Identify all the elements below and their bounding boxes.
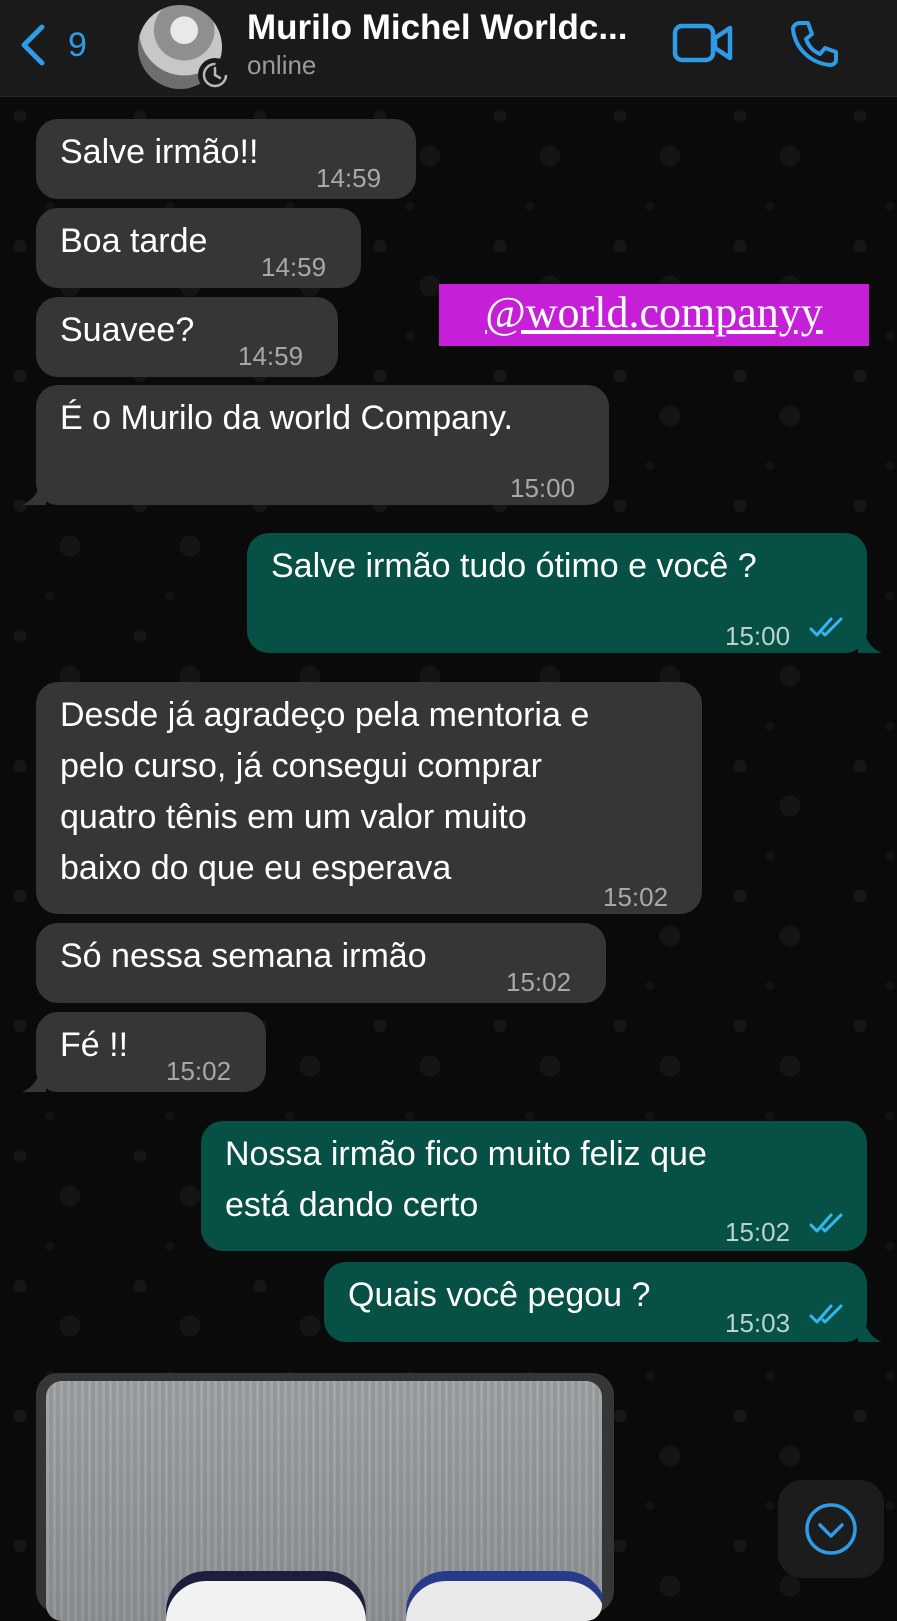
message-text: Só nessa semana irmão [60,937,427,975]
message-time: 15:02 [166,1056,232,1086]
message-incoming[interactable]: Boa tarde 14:59 [36,208,361,288]
message-outgoing[interactable]: Salve irmão tudo ótimo e você ? 15:00 [247,533,867,653]
message-text: Suavee? [60,311,195,349]
sneaker-left [166,1571,366,1621]
contact-name[interactable]: Murilo Michel Worldc... [247,8,628,48]
message-time: 14:59 [261,252,327,282]
video-camera-icon[interactable] [672,18,734,68]
message-incoming[interactable]: É o Murilo da world Company. 15:00 [36,385,609,505]
bubble-tail [858,631,882,653]
double-check-icon [809,1304,843,1324]
chevron-left-icon [21,24,45,66]
message-text: Salve irmão tudo ótimo e você ? [271,547,757,585]
message-text: Desde já agradeço pela mentoria e pelo c… [60,696,590,887]
bubble-tail [22,1070,46,1092]
message-time: 15:02 [603,882,669,912]
message-incoming-photo[interactable] [36,1373,614,1621]
double-check-icon [809,617,843,637]
message-outgoing[interactable]: Nossa irmão fico muito feliz que está da… [201,1121,867,1251]
chat-header: 9 Murilo Michel Worldc... online [0,0,897,97]
message-time: 15:02 [506,967,572,997]
message-text: Fé !! [60,1026,129,1064]
message-text: Quais você pegou ? [348,1276,651,1314]
message-incoming[interactable]: Só nessa semana irmão 15:02 [36,923,606,1003]
message-time: 15:02 [725,1217,791,1247]
message-text: Boa tarde [60,222,208,260]
message-time: 15:00 [725,621,791,651]
message-time: 14:59 [316,163,382,193]
double-check-icon [809,1213,843,1233]
message-incoming[interactable]: Fé !! 15:02 [36,1012,266,1092]
message-outgoing[interactable]: Quais você pegou ? 15:03 [324,1262,867,1342]
message-text: É o Murilo da world Company. [60,399,513,437]
message-text: Salve irmão!! [60,133,259,171]
message-incoming[interactable]: Suavee? 14:59 [36,297,338,377]
phone-icon[interactable] [790,18,840,68]
unread-count: 9 [68,25,87,64]
contact-status: online [247,50,317,80]
message-time: 14:59 [238,341,304,371]
shared-photo[interactable] [46,1381,602,1621]
overlay-handle-tag: @world.companyy [439,284,869,346]
message-time: 15:03 [725,1308,791,1338]
message-incoming[interactable]: Desde já agradeço pela mentoria e pelo c… [36,682,702,914]
timer-icon [198,58,232,92]
bubble-tail [858,1320,882,1342]
sneaker-right [406,1571,602,1621]
chevron-down-circle-icon [805,1503,857,1555]
message-incoming[interactable]: Salve irmão!! 14:59 [36,119,416,199]
back-button[interactable]: 9 [18,22,98,68]
bubble-tail [22,483,46,505]
message-text: Nossa irmão fico muito feliz que está da… [225,1135,707,1224]
message-time: 15:00 [510,473,576,503]
scroll-to-bottom-button[interactable] [778,1480,884,1578]
